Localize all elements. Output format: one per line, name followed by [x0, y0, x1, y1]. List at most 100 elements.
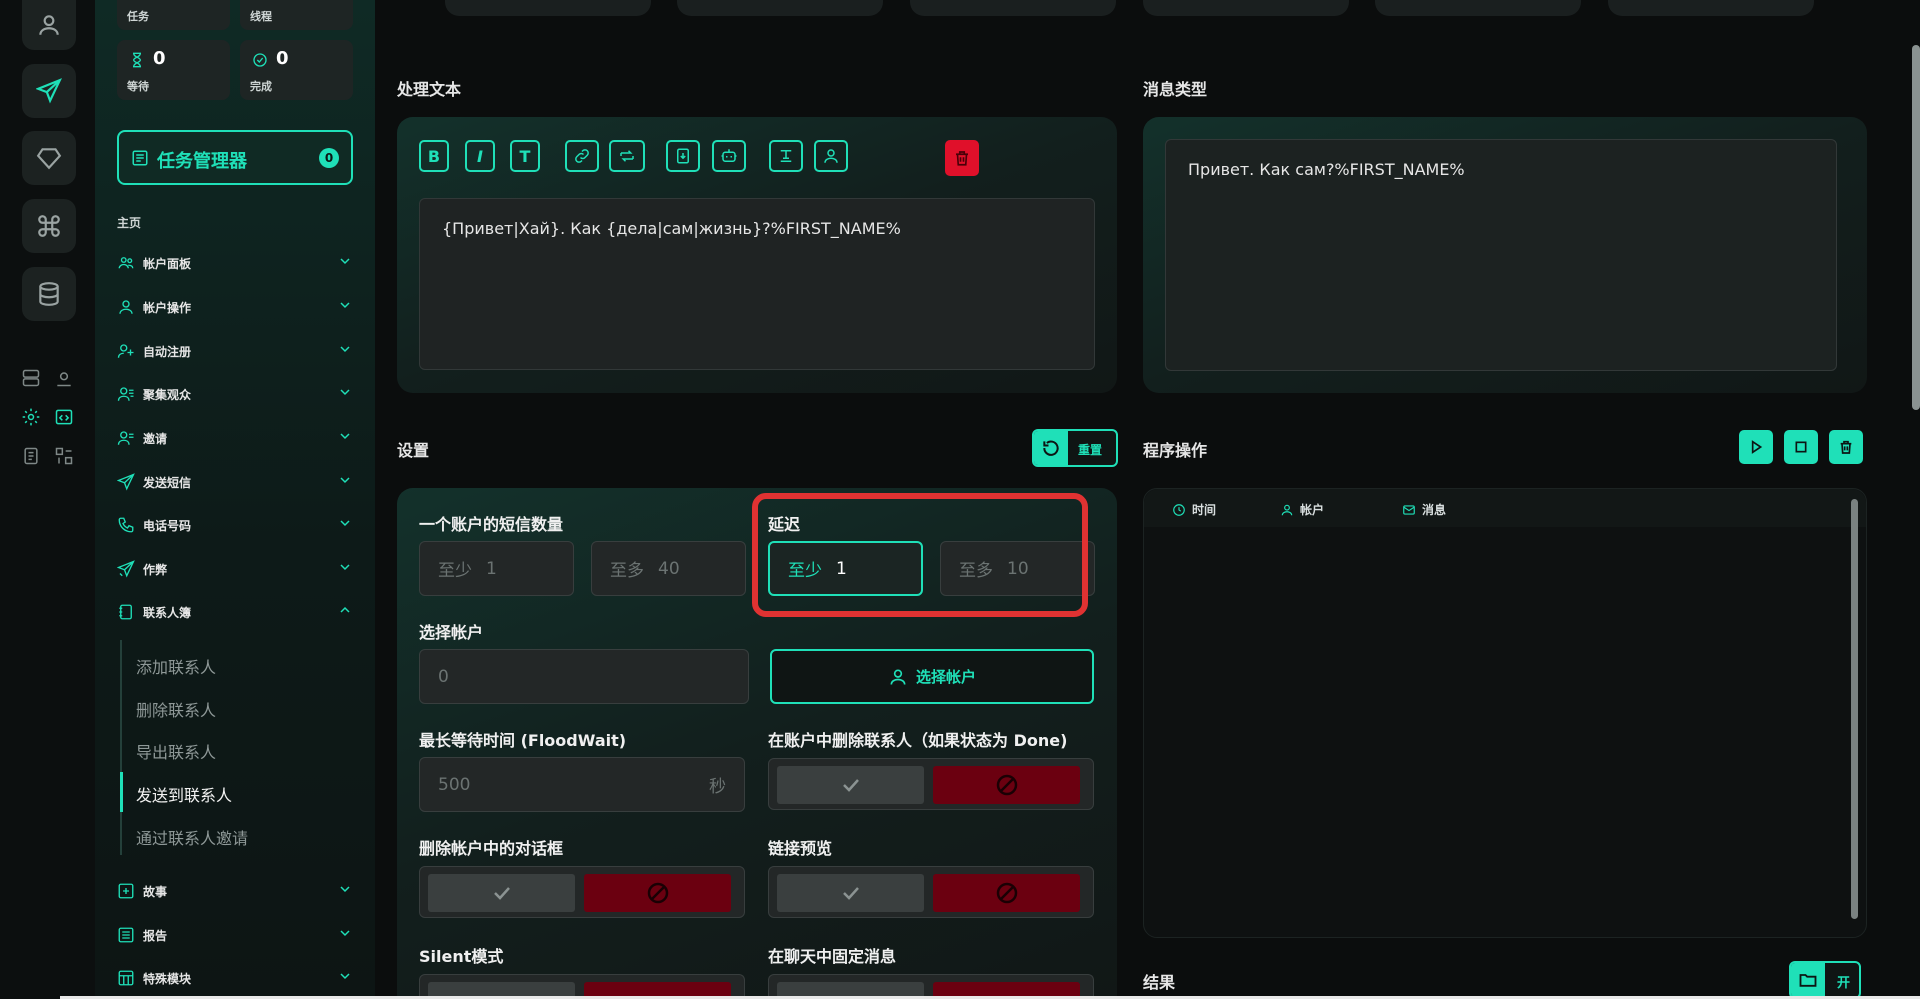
text-align-button[interactable] [769, 140, 803, 172]
location-icon[interactable] [53, 367, 75, 389]
sidebar-item-invite[interactable]: 邀请 [117, 425, 353, 451]
top-tab[interactable] [445, 0, 651, 16]
log-col-account[interactable]: 帐户 [1280, 501, 1324, 518]
sidebar-item-reports[interactable]: 报告 [117, 922, 353, 948]
delete-dialogs-label: 删除帐户中的对话框 [419, 839, 564, 858]
user-group-icon [117, 384, 137, 404]
chevron-down-icon [337, 384, 353, 404]
sidebar-item-send-sms[interactable]: 发送短信 [117, 469, 353, 495]
sidebar-item-label: 报告 [143, 928, 168, 943]
message-template-textarea[interactable]: {Привет|Хай}. Как {дела|сам|жизнь}?%FIRS… [419, 198, 1095, 370]
toggle-yes-button[interactable] [428, 874, 575, 912]
toggle-yes-button[interactable] [777, 766, 924, 804]
sidebar-item-label: 自动注册 [143, 344, 192, 359]
top-tab[interactable] [1375, 0, 1581, 16]
task-manager-button[interactable]: 任务管理器 0 [117, 130, 353, 185]
sms-min-input[interactable]: 至少 1 [419, 541, 574, 596]
stop-button[interactable] [1784, 430, 1818, 464]
command-rail-button[interactable] [22, 199, 76, 253]
stat-tasks: 任务 [117, 0, 230, 30]
open-results-button[interactable]: 开 [1789, 961, 1861, 999]
grid-icon[interactable] [53, 445, 75, 467]
sidebar-item-phone-numbers[interactable]: 电话号码 [117, 512, 353, 538]
check-icon [842, 779, 859, 792]
play-icon [1751, 440, 1763, 454]
preview-title: 消息类型 [1143, 80, 1208, 99]
log-scrollbar[interactable] [1851, 499, 1858, 919]
submenu-delete-contacts[interactable]: 删除联系人 [136, 697, 216, 721]
top-tab[interactable] [1143, 0, 1349, 16]
link-button[interactable] [565, 140, 599, 172]
stat-waiting-label: 等待 [127, 80, 149, 93]
bot-button[interactable] [712, 140, 746, 172]
log-col-time-label: 时间 [1192, 503, 1217, 517]
start-button[interactable] [1739, 430, 1773, 464]
log-col-time[interactable]: 时间 [1172, 501, 1216, 518]
settings-icon[interactable] [20, 406, 42, 428]
clear-log-button[interactable] [1829, 430, 1863, 464]
toggle-no-button[interactable] [933, 766, 1080, 804]
chevron-down-icon [337, 253, 353, 273]
top-tab[interactable] [1608, 0, 1814, 16]
database-rail-button[interactable] [22, 267, 76, 321]
sidebar-item-stories[interactable]: 故事 [117, 878, 353, 904]
submenu-export-contacts[interactable]: 导出联系人 [136, 739, 216, 763]
sidebar-item-label: 发送短信 [143, 475, 192, 490]
send-rail-button[interactable] [22, 64, 76, 118]
document-icon[interactable] [20, 445, 42, 467]
select-account-button[interactable]: 选择帐户 [770, 649, 1094, 704]
sms-max-input[interactable]: 至多 40 [591, 541, 746, 596]
top-tab[interactable] [677, 0, 883, 16]
reset-button[interactable]: 重置 [1032, 429, 1118, 467]
submenu-send-to-contacts[interactable]: 发送到联系人 [136, 782, 232, 806]
chevron-down-icon [337, 925, 353, 945]
text-button[interactable]: T [510, 140, 540, 172]
sidebar-item-special-modules[interactable]: 特殊模块 [117, 965, 353, 991]
user-invite-icon [117, 428, 137, 448]
sidebar-item-gather-audience[interactable]: 聚集观众 [117, 381, 353, 407]
file-button[interactable] [666, 140, 700, 172]
repeat-icon [620, 150, 634, 162]
user-icon [1281, 504, 1293, 515]
page-scrollbar[interactable] [1912, 45, 1920, 410]
italic-button[interactable]: I [465, 140, 495, 172]
floodwait-input[interactable]: 500 秒 [419, 757, 745, 812]
selected-account-count-input[interactable]: 0 [419, 649, 749, 704]
pin-message-label: 在聊天中固定消息 [768, 947, 897, 966]
sidebar-item-contacts-book[interactable]: 联系人簿 [117, 599, 353, 625]
user-icon [117, 297, 137, 317]
link-preview-toggle [768, 866, 1094, 918]
hourglass-icon [129, 52, 145, 68]
sidebar-item-account-ops[interactable]: 帐户操作 [117, 294, 353, 320]
link-preview-label: 链接预览 [768, 839, 833, 858]
chevron-down-icon [337, 515, 353, 535]
bold-button[interactable]: B [419, 140, 449, 172]
phone-icon [117, 515, 137, 535]
server-icon[interactable] [20, 367, 42, 389]
diamond-rail-button[interactable] [22, 131, 76, 185]
user-icon [824, 149, 838, 163]
clear-text-button[interactable] [945, 140, 979, 176]
sms-max-value: 40 [658, 558, 680, 579]
editor-panel: B I T {Привет|Хай}. Как {дела|сам|жизнь}… [397, 117, 1117, 393]
users-icon [117, 253, 137, 273]
submenu-add-contacts[interactable]: 添加联系人 [136, 654, 216, 678]
sidebar-item-label: 电话号码 [143, 518, 192, 533]
sidebar-item-cheat[interactable]: 作弊 [117, 556, 353, 582]
check-icon [842, 887, 859, 900]
toggle-no-button[interactable] [584, 874, 731, 912]
user-rail-button[interactable] [22, 0, 76, 50]
toggle-yes-button[interactable] [777, 874, 924, 912]
top-tab[interactable] [910, 0, 1116, 16]
submenu-invite-via-contacts[interactable]: 通过联系人邀请 [136, 825, 248, 849]
log-col-message[interactable]: 消息 [1402, 501, 1446, 518]
repeat-button[interactable] [609, 140, 645, 172]
user-mention-button[interactable] [814, 140, 848, 172]
sidebar-item-auto-register[interactable]: 自动注册 [117, 338, 353, 364]
sms-min-value: 1 [486, 558, 497, 579]
toggle-no-button[interactable] [933, 874, 1080, 912]
section-title: 主页 [117, 216, 142, 230]
sidebar-item-account-panel[interactable]: 帐户面板 [117, 250, 353, 276]
app-root: 任务 线程 0 等待 0 完成 任务管理器 0 主页 帐户面板 帐户操作 自动注… [0, 0, 1920, 999]
code-icon[interactable] [53, 406, 75, 428]
